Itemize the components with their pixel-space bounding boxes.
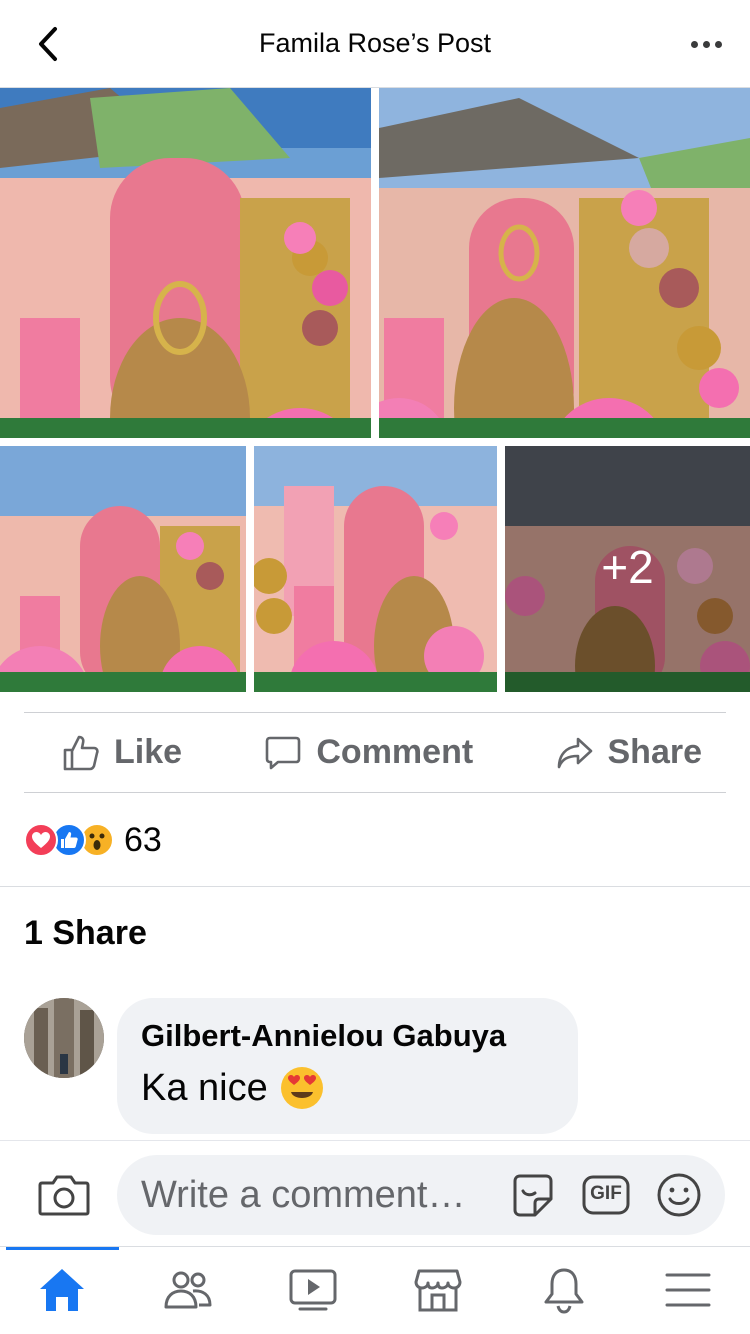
- post-photo-2[interactable]: [379, 88, 750, 438]
- love-reaction-icon: [24, 823, 58, 857]
- avatar[interactable]: [24, 998, 104, 1078]
- section-divider: [0, 886, 750, 887]
- tab-notifications[interactable]: [534, 1263, 594, 1317]
- comment-body: Ka nice: [141, 1066, 268, 1109]
- post-photo-5[interactable]: +2: [505, 446, 750, 692]
- bottom-tab-bar: [0, 1246, 750, 1334]
- comment-composer: Write a comment… GIF: [0, 1140, 750, 1246]
- tab-menu[interactable]: [658, 1263, 718, 1317]
- like-button[interactable]: Like: [62, 733, 182, 772]
- share-count[interactable]: 1 Share: [24, 914, 147, 953]
- comment-author[interactable]: Gilbert-Annielou Gabuya: [141, 1018, 554, 1054]
- comment-label: Comment: [316, 733, 474, 771]
- speech-bubble-icon: [266, 736, 301, 769]
- share-button[interactable]: Share: [556, 733, 703, 772]
- gif-label: GIF: [590, 1183, 622, 1204]
- more-horizontal-icon: [690, 40, 698, 48]
- gif-button[interactable]: GIF: [581, 1171, 631, 1224]
- smiley-icon: [657, 1173, 701, 1217]
- menu-icon: [665, 1273, 711, 1307]
- friends-icon: [164, 1271, 212, 1309]
- watch-icon: [289, 1269, 337, 1311]
- sticker-button[interactable]: [509, 1171, 557, 1224]
- post-photo-3[interactable]: [0, 446, 246, 692]
- share-label: Share: [607, 733, 703, 771]
- reaction-count: 63: [124, 820, 162, 859]
- marketplace-icon: [414, 1269, 462, 1312]
- camera-button[interactable]: [38, 1173, 90, 1217]
- thumbs-up-icon: [63, 735, 99, 770]
- tab-watch[interactable]: [283, 1263, 343, 1317]
- home-icon: [40, 1269, 84, 1311]
- share-arrow-icon: [557, 737, 592, 768]
- active-tab-indicator: [6, 1247, 119, 1250]
- heart-eyes-emoji-icon: [280, 1067, 323, 1109]
- reaction-summary[interactable]: 63: [24, 818, 162, 862]
- comment-text: Ka nice: [141, 1066, 554, 1110]
- camera-icon: [38, 1175, 90, 1216]
- post-photo-1[interactable]: [0, 88, 371, 438]
- tab-home[interactable]: [32, 1263, 92, 1317]
- comment-bubble[interactable]: Gilbert-Annielou Gabuya Ka nice: [117, 998, 578, 1134]
- like-label: Like: [114, 733, 183, 771]
- page-title: Famila Rose’s Post: [258, 28, 492, 58]
- notifications-icon: [544, 1268, 584, 1314]
- comment-button[interactable]: Comment: [264, 733, 473, 772]
- emoji-button[interactable]: [655, 1171, 703, 1224]
- sticker-icon: [513, 1174, 553, 1217]
- tab-marketplace[interactable]: [408, 1263, 468, 1317]
- more-photos-count[interactable]: +2: [505, 446, 750, 692]
- comment-placeholder: Write a comment…: [141, 1173, 466, 1216]
- post-header: Famila Rose’s Post: [0, 0, 750, 88]
- comment-input[interactable]: Write a comment… GIF: [117, 1155, 725, 1235]
- post-action-bar: Like Comment Share: [24, 712, 726, 793]
- more-options-button[interactable]: [684, 26, 728, 62]
- tab-friends[interactable]: [158, 1263, 218, 1317]
- post-photo-4[interactable]: [254, 446, 497, 692]
